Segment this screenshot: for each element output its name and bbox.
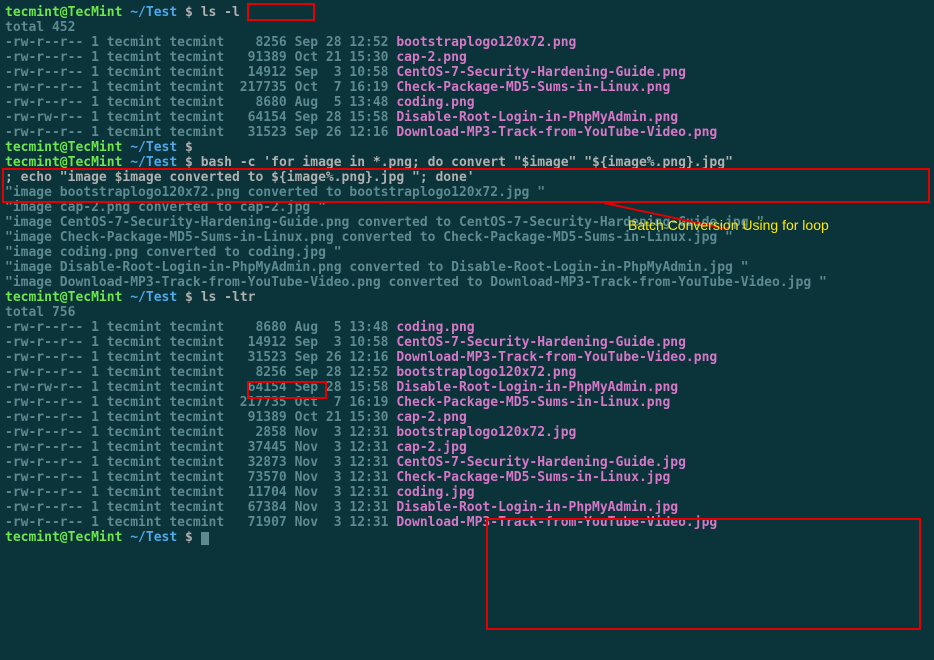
- prompt-line-1: tecmint@TecMint ~/Test $ ls -l: [5, 5, 929, 20]
- file-name: cap-2.jpg: [396, 440, 466, 455]
- list-item: -rw-rw-r-- 1 tecmint tecmint 64154 Sep 2…: [5, 380, 929, 395]
- terminal[interactable]: tecmint@TecMint ~/Test $ ls -l total 452…: [5, 5, 929, 545]
- list-item: -rw-r--r-- 1 tecmint tecmint 8256 Sep 28…: [5, 35, 929, 50]
- command-bash-convert-cont: ; echo "image $image converted to ${imag…: [5, 170, 929, 185]
- file-name: Check-Package-MD5-Sums-in-Linux.jpg: [396, 470, 670, 485]
- list-item: -rw-r--r-- 1 tecmint tecmint 14912 Sep 3…: [5, 335, 929, 350]
- list-item: -rw-r--r-- 1 tecmint tecmint 31523 Sep 2…: [5, 125, 929, 140]
- file-name: Download-MP3-Track-from-YouTube-Video.pn…: [396, 125, 717, 140]
- total-line-2: total 756: [5, 305, 929, 320]
- list-item: -rw-r--r-- 1 tecmint tecmint 32873 Nov 3…: [5, 455, 929, 470]
- file-perms: -rw-r--r-- 1 tecmint tecmint 31523 Sep 2…: [5, 350, 396, 365]
- conversion-line: "image coding.png converted to coding.jp…: [5, 245, 929, 260]
- conversion-line: "image cap-2.png converted to cap-2.jpg …: [5, 200, 929, 215]
- file-name: Disable-Root-Login-in-PhpMyAdmin.png: [396, 380, 678, 395]
- file-perms: -rw-r--r-- 1 tecmint tecmint 71907 Nov 3…: [5, 515, 396, 530]
- file-name: CentOS-7-Security-Hardening-Guide.jpg: [396, 455, 686, 470]
- list-item: -rw-r--r-- 1 tecmint tecmint 2858 Nov 3 …: [5, 425, 929, 440]
- ls-output-2: -rw-r--r-- 1 tecmint tecmint 8680 Aug 5 …: [5, 320, 929, 530]
- list-item: -rw-r--r-- 1 tecmint tecmint 37445 Nov 3…: [5, 440, 929, 455]
- file-perms: -rw-r--r-- 1 tecmint tecmint 14912 Sep 3…: [5, 65, 396, 80]
- prompt-line-empty: tecmint@TecMint ~/Test $: [5, 140, 929, 155]
- file-name: Disable-Root-Login-in-PhpMyAdmin.jpg: [396, 500, 678, 515]
- file-perms: -rw-r--r-- 1 tecmint tecmint 8680 Aug 5 …: [5, 95, 396, 110]
- cursor-icon: [201, 532, 209, 545]
- file-name: Download-MP3-Track-from-YouTube-Video.jp…: [396, 515, 717, 530]
- list-item: -rw-r--r-- 1 tecmint tecmint 71907 Nov 3…: [5, 515, 929, 530]
- file-perms: -rw-r--r-- 1 tecmint tecmint 91389 Oct 2…: [5, 410, 396, 425]
- list-item: -rw-r--r-- 1 tecmint tecmint 31523 Sep 2…: [5, 350, 929, 365]
- file-name: bootstraplogo120x72.png: [396, 365, 576, 380]
- file-name: coding.jpg: [396, 485, 474, 500]
- command-ls-l: ls -l: [201, 5, 240, 20]
- file-perms: -rw-r--r-- 1 tecmint tecmint 73570 Nov 3…: [5, 470, 396, 485]
- conversion-line: "image bootstraplogo120x72.png converted…: [5, 185, 929, 200]
- file-name: CentOS-7-Security-Hardening-Guide.png: [396, 335, 686, 350]
- file-name: Check-Package-MD5-Sums-in-Linux.png: [396, 80, 670, 95]
- file-name: cap-2.png: [396, 410, 466, 425]
- list-item: -rw-r--r-- 1 tecmint tecmint 67384 Nov 3…: [5, 500, 929, 515]
- user: tecmint@TecMint: [5, 5, 122, 20]
- prompt-line-final: tecmint@TecMint ~/Test $: [5, 530, 929, 545]
- list-item: -rw-r--r-- 1 tecmint tecmint 73570 Nov 3…: [5, 470, 929, 485]
- list-item: -rw-rw-r-- 1 tecmint tecmint 64154 Sep 2…: [5, 110, 929, 125]
- file-name: bootstraplogo120x72.jpg: [396, 425, 576, 440]
- conversion-output: "image bootstraplogo120x72.png converted…: [5, 185, 929, 290]
- prompt-line-ls-ltr: tecmint@TecMint ~/Test $ ls -ltr: [5, 290, 929, 305]
- file-perms: -rw-r--r-- 1 tecmint tecmint 67384 Nov 3…: [5, 500, 396, 515]
- file-perms: -rw-r--r-- 1 tecmint tecmint 8256 Sep 28…: [5, 365, 396, 380]
- file-name: Check-Package-MD5-Sums-in-Linux.png: [396, 395, 670, 410]
- list-item: -rw-r--r-- 1 tecmint tecmint 8680 Aug 5 …: [5, 95, 929, 110]
- file-name: cap-2.png: [396, 50, 466, 65]
- ls-output-1: -rw-r--r-- 1 tecmint tecmint 8256 Sep 28…: [5, 35, 929, 140]
- file-name: coding.png: [396, 95, 474, 110]
- prompt-line-bash: tecmint@TecMint ~/Test $ bash -c 'for im…: [5, 155, 929, 170]
- file-name: Download-MP3-Track-from-YouTube-Video.pn…: [396, 350, 717, 365]
- list-item: -rw-r--r-- 1 tecmint tecmint 8680 Aug 5 …: [5, 320, 929, 335]
- command-bash-convert: bash -c 'for image in *.png; do convert …: [201, 155, 733, 170]
- annotation-label: Batch Conversion Using for loop: [628, 218, 829, 233]
- file-name: Disable-Root-Login-in-PhpMyAdmin.png: [396, 110, 678, 125]
- file-perms: -rw-r--r-- 1 tecmint tecmint 14912 Sep 3…: [5, 335, 396, 350]
- list-item: -rw-r--r-- 1 tecmint tecmint 14912 Sep 3…: [5, 65, 929, 80]
- file-perms: -rw-rw-r-- 1 tecmint tecmint 64154 Sep 2…: [5, 380, 396, 395]
- list-item: -rw-r--r-- 1 tecmint tecmint 91389 Oct 2…: [5, 410, 929, 425]
- list-item: -rw-r--r-- 1 tecmint tecmint 91389 Oct 2…: [5, 50, 929, 65]
- file-perms: -rw-r--r-- 1 tecmint tecmint 32873 Nov 3…: [5, 455, 396, 470]
- file-perms: -rw-r--r-- 1 tecmint tecmint 217735 Oct …: [5, 395, 396, 410]
- file-name: bootstraplogo120x72.png: [396, 35, 576, 50]
- file-perms: -rw-r--r-- 1 tecmint tecmint 91389 Oct 2…: [5, 50, 396, 65]
- list-item: -rw-r--r-- 1 tecmint tecmint 217735 Oct …: [5, 395, 929, 410]
- list-item: -rw-r--r-- 1 tecmint tecmint 217735 Oct …: [5, 80, 929, 95]
- file-name: CentOS-7-Security-Hardening-Guide.png: [396, 65, 686, 80]
- list-item: -rw-r--r-- 1 tecmint tecmint 11704 Nov 3…: [5, 485, 929, 500]
- conversion-line: "image Download-MP3-Track-from-YouTube-V…: [5, 275, 929, 290]
- file-perms: -rw-r--r-- 1 tecmint tecmint 8680 Aug 5 …: [5, 320, 396, 335]
- file-perms: -rw-r--r-- 1 tecmint tecmint 37445 Nov 3…: [5, 440, 396, 455]
- path: ~/Test: [130, 5, 177, 20]
- file-perms: -rw-r--r-- 1 tecmint tecmint 217735 Oct …: [5, 80, 396, 95]
- list-item: -rw-r--r-- 1 tecmint tecmint 8256 Sep 28…: [5, 365, 929, 380]
- file-perms: -rw-r--r-- 1 tecmint tecmint 2858 Nov 3 …: [5, 425, 396, 440]
- command-ls-ltr: ls -ltr: [201, 290, 256, 305]
- file-perms: -rw-r--r-- 1 tecmint tecmint 11704 Nov 3…: [5, 485, 396, 500]
- file-perms: -rw-r--r-- 1 tecmint tecmint 31523 Sep 2…: [5, 125, 396, 140]
- file-name: coding.png: [396, 320, 474, 335]
- total-line: total 452: [5, 20, 929, 35]
- conversion-line: "image Disable-Root-Login-in-PhpMyAdmin.…: [5, 260, 929, 275]
- file-perms: -rw-r--r-- 1 tecmint tecmint 8256 Sep 28…: [5, 35, 396, 50]
- file-perms: -rw-rw-r-- 1 tecmint tecmint 64154 Sep 2…: [5, 110, 396, 125]
